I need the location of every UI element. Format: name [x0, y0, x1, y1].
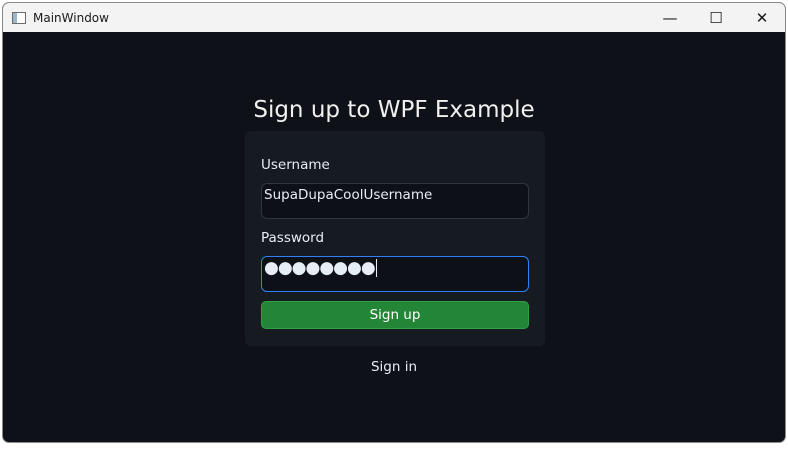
- username-value: SupaDupaCoolUsername: [264, 187, 433, 203]
- minimize-icon: —: [662, 8, 678, 27]
- window-content: Sign up to WPF Example Username SupaDupa…: [3, 32, 785, 442]
- username-label: Username: [261, 157, 330, 173]
- minimize-button[interactable]: —: [647, 3, 693, 32]
- close-icon: ✕: [755, 8, 769, 27]
- page-title: Sign up to WPF Example: [253, 97, 535, 123]
- signup-card: Username SupaDupaCoolUsername Password ●…: [245, 131, 545, 346]
- window-title: MainWindow: [33, 10, 109, 25]
- signin-link[interactable]: Sign in: [3, 359, 785, 375]
- maximize-button[interactable]: ☐: [693, 3, 739, 32]
- maximize-icon: ☐: [709, 8, 723, 27]
- close-button[interactable]: ✕: [739, 3, 785, 32]
- text-caret: [375, 259, 377, 277]
- window-app-icon: [12, 11, 26, 24]
- main-window: MainWindow — ☐ ✕ Sign up to WPF Example …: [2, 2, 786, 443]
- password-value: ●●●●●●●●: [264, 258, 377, 278]
- signup-button[interactable]: Sign up: [261, 301, 529, 329]
- password-field[interactable]: ●●●●●●●●: [261, 256, 529, 292]
- title-bar[interactable]: MainWindow — ☐ ✕: [3, 3, 785, 32]
- password-mask: ●●●●●●●●: [264, 258, 376, 278]
- caption-buttons: — ☐ ✕: [647, 3, 785, 32]
- password-label: Password: [261, 230, 325, 246]
- username-field[interactable]: SupaDupaCoolUsername: [261, 183, 529, 219]
